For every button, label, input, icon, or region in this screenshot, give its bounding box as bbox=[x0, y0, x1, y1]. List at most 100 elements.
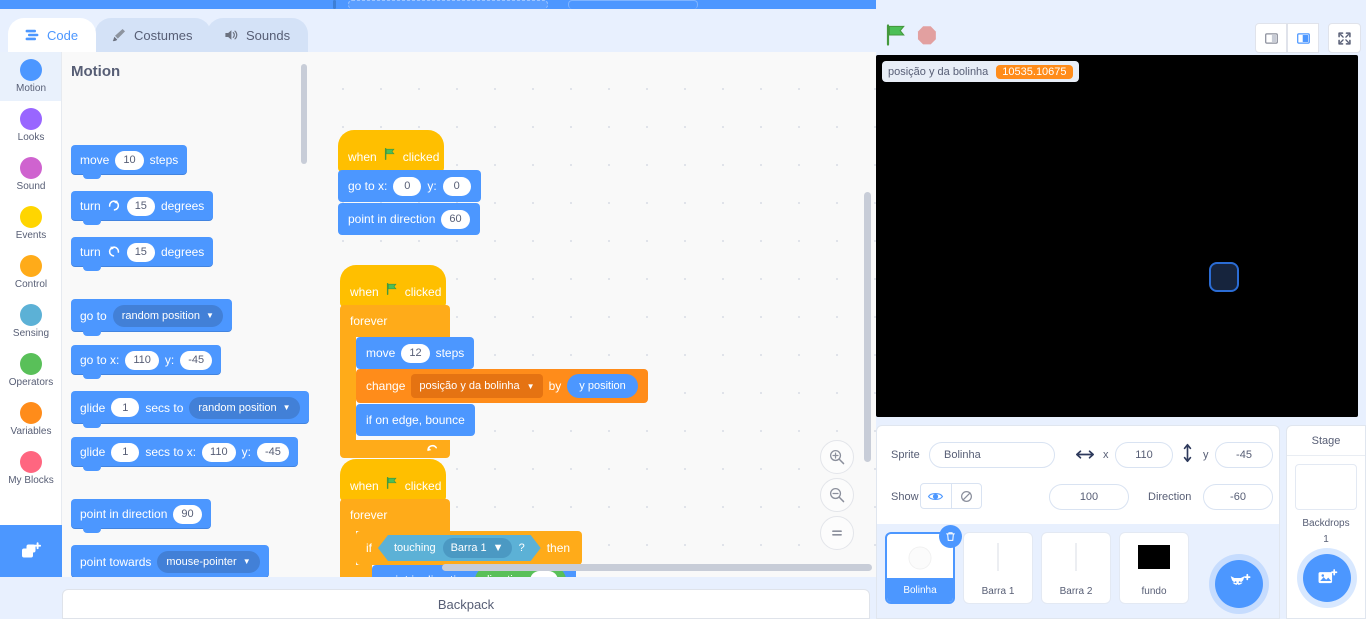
palette-block-glide-to-xy[interactable]: glide 1 secs to x: 110 y: -45 bbox=[71, 437, 298, 471]
stage-selector-title[interactable]: Stage bbox=[1287, 426, 1365, 456]
variable-monitor[interactable]: posição y da bolinha 10535.10675 bbox=[882, 61, 1079, 82]
touching-target-dropdown[interactable]: Barra 1 ▼ bbox=[443, 538, 512, 558]
zoom-in-button[interactable] bbox=[820, 440, 854, 474]
sprite-name-input[interactable]: Bolinha bbox=[929, 442, 1055, 468]
green-flag-button[interactable] bbox=[883, 22, 909, 51]
sprite-card-barra-2[interactable]: Barra 2 bbox=[1041, 532, 1111, 604]
move-steps-input[interactable]: 10 bbox=[115, 150, 144, 170]
show-hide-toggle-group[interactable] bbox=[920, 483, 982, 509]
category-operators[interactable]: Operators bbox=[0, 346, 61, 395]
go-to-xy-x-input[interactable]: 110 bbox=[125, 350, 159, 370]
chevron-down-icon: ▼ bbox=[205, 311, 214, 320]
category-motion[interactable]: Motion bbox=[0, 52, 61, 101]
sprite-x-input[interactable]: 110 bbox=[1115, 442, 1173, 468]
tab-sounds[interactable]: Sounds bbox=[207, 18, 309, 52]
touching-boolean[interactable]: touching Barra 1 ▼ ? bbox=[378, 535, 541, 561]
script2-change-variable[interactable]: change posição y da bolinha ▼ by y posit… bbox=[356, 369, 648, 403]
palette-scrollbar[interactable] bbox=[301, 64, 307, 164]
palette-block-turn-ccw[interactable]: turn 15 degrees bbox=[71, 237, 214, 271]
forever-header[interactable]: forever bbox=[340, 499, 450, 531]
point-towards-dropdown[interactable]: mouse-pointer ▼ bbox=[157, 550, 260, 573]
glide-xy-secs-input[interactable]: 1 bbox=[111, 442, 140, 462]
project-title-field[interactable] bbox=[348, 0, 548, 9]
script2-when-flag-clicked[interactable]: when clicked bbox=[340, 265, 446, 307]
turn-cw-degrees-input[interactable]: 15 bbox=[126, 196, 155, 216]
palette-block-move-steps[interactable]: move 10 steps bbox=[71, 145, 188, 179]
go-to-xy-y-input[interactable]: -45 bbox=[180, 350, 213, 370]
add-backdrop-button[interactable] bbox=[1303, 554, 1351, 602]
y-position-reporter[interactable]: y position bbox=[567, 374, 638, 398]
see-project-page-button[interactable] bbox=[568, 0, 698, 9]
stage-canvas[interactable]: posição y da bolinha 10535.10675 bbox=[876, 55, 1358, 417]
script1-point-in-direction[interactable]: point in direction 60 bbox=[338, 203, 480, 235]
palette-block-go-to[interactable]: go to random position ▼ bbox=[71, 299, 232, 336]
palette-block-go-to-xy[interactable]: go to x: 110 y: -45 bbox=[71, 345, 222, 379]
script1-go-to-xy[interactable]: go to x: 0 y: 0 bbox=[338, 170, 481, 202]
go-to-target-dropdown[interactable]: random position ▼ bbox=[112, 304, 223, 327]
palette-block-glide-to[interactable]: glide 1 secs to random position ▼ bbox=[71, 391, 309, 428]
sprite-card-barra-1[interactable]: Barra 1 bbox=[963, 532, 1033, 604]
delete-sprite-button[interactable] bbox=[939, 525, 962, 548]
glide-xy-x-input[interactable]: 110 bbox=[202, 442, 236, 462]
tab-code-label: Code bbox=[47, 27, 79, 43]
code-workspace[interactable]: when clicked go to x: 0 y: 0 point in di… bbox=[312, 52, 876, 577]
go-to-xy-x-input[interactable]: 0 bbox=[393, 176, 422, 196]
backpack-toggle[interactable]: Backpack bbox=[62, 589, 870, 619]
point-direction-input[interactable]: 60 bbox=[441, 209, 470, 229]
add-sprite-button[interactable] bbox=[1215, 560, 1263, 608]
script2-if-on-edge-bounce[interactable]: if on edge, bounce bbox=[356, 404, 475, 436]
category-sensing[interactable]: Sensing bbox=[0, 297, 61, 346]
category-looks[interactable]: Looks bbox=[0, 101, 61, 150]
show-sprite-button[interactable] bbox=[921, 484, 951, 508]
small-stage-button[interactable] bbox=[1255, 23, 1287, 53]
looks-dot-icon bbox=[20, 108, 42, 130]
sprite-card-fundo[interactable]: fundo bbox=[1119, 532, 1189, 604]
fullscreen-button[interactable] bbox=[1328, 23, 1361, 53]
tab-sounds-label: Sounds bbox=[246, 27, 291, 43]
block-notch bbox=[83, 423, 101, 428]
glide-xy-y-input[interactable]: -45 bbox=[256, 442, 289, 462]
sprite-direction-input[interactable]: -60 bbox=[1203, 484, 1273, 510]
stage-backdrop-thumbnail[interactable] bbox=[1295, 464, 1357, 510]
category-my-blocks[interactable]: My Blocks bbox=[0, 444, 61, 493]
script3-forever-block[interactable]: forever bbox=[340, 499, 450, 577]
sprite-bolinha-on-stage[interactable] bbox=[1209, 262, 1239, 292]
normal-stage-button[interactable] bbox=[1287, 23, 1319, 53]
turn-ccw-degrees-input[interactable]: 15 bbox=[126, 242, 155, 262]
point-direction-input[interactable]: 90 bbox=[173, 504, 202, 524]
canvas-horizontal-scrollbar[interactable] bbox=[442, 564, 872, 571]
script2-move-steps[interactable]: move 12 steps bbox=[356, 337, 475, 369]
canvas-vertical-scrollbar[interactable] bbox=[864, 192, 871, 462]
add-extension-button[interactable] bbox=[0, 525, 62, 577]
palette-block-point-in-direction[interactable]: point in direction 90 bbox=[71, 499, 211, 533]
forever-header[interactable]: forever bbox=[340, 305, 450, 337]
sprite-card-bolinha[interactable]: Bolinha bbox=[885, 525, 962, 604]
script3-if-then-block[interactable]: if touching Barra 1 ▼ ? then bbox=[356, 531, 583, 565]
palette-block-turn-cw[interactable]: turn 15 degrees bbox=[71, 191, 214, 225]
script3-when-flag-clicked[interactable]: when clicked bbox=[340, 459, 446, 501]
category-variables[interactable]: Variables bbox=[0, 395, 61, 444]
zoom-reset-button[interactable] bbox=[820, 516, 854, 550]
glide-target-dropdown[interactable]: random position ▼ bbox=[189, 396, 300, 419]
backpack-label: Backpack bbox=[437, 596, 495, 612]
hide-sprite-button[interactable] bbox=[950, 484, 982, 508]
tab-costumes[interactable]: Costumes bbox=[95, 18, 211, 52]
palette-block-point-towards[interactable]: point towards mouse-pointer ▼ bbox=[71, 545, 269, 577]
go-to-xy-y-input[interactable]: 0 bbox=[442, 176, 471, 196]
stop-button[interactable] bbox=[914, 22, 940, 51]
sprite-y-input[interactable]: -45 bbox=[1215, 442, 1273, 468]
tab-code[interactable]: Code bbox=[8, 18, 97, 52]
script1-when-flag-clicked[interactable]: when clicked bbox=[338, 130, 444, 172]
block-palette[interactable]: Motion move 10 steps turn 15 degrees tur… bbox=[62, 52, 312, 577]
change-variable-dropdown[interactable]: posição y da bolinha ▼ bbox=[411, 374, 543, 398]
show-label: Show bbox=[891, 491, 919, 503]
script2-forever-block[interactable]: forever bbox=[340, 305, 450, 458]
category-control[interactable]: Control bbox=[0, 248, 61, 297]
category-sound[interactable]: Sound bbox=[0, 150, 61, 199]
sprite-size-input[interactable]: 100 bbox=[1049, 484, 1129, 510]
stage-selector-panel[interactable]: Stage Backdrops 1 bbox=[1286, 425, 1366, 619]
move-steps-input[interactable]: 12 bbox=[401, 343, 430, 363]
glide-secs-input[interactable]: 1 bbox=[111, 398, 140, 417]
zoom-out-button[interactable] bbox=[820, 478, 854, 512]
category-events[interactable]: Events bbox=[0, 199, 61, 248]
